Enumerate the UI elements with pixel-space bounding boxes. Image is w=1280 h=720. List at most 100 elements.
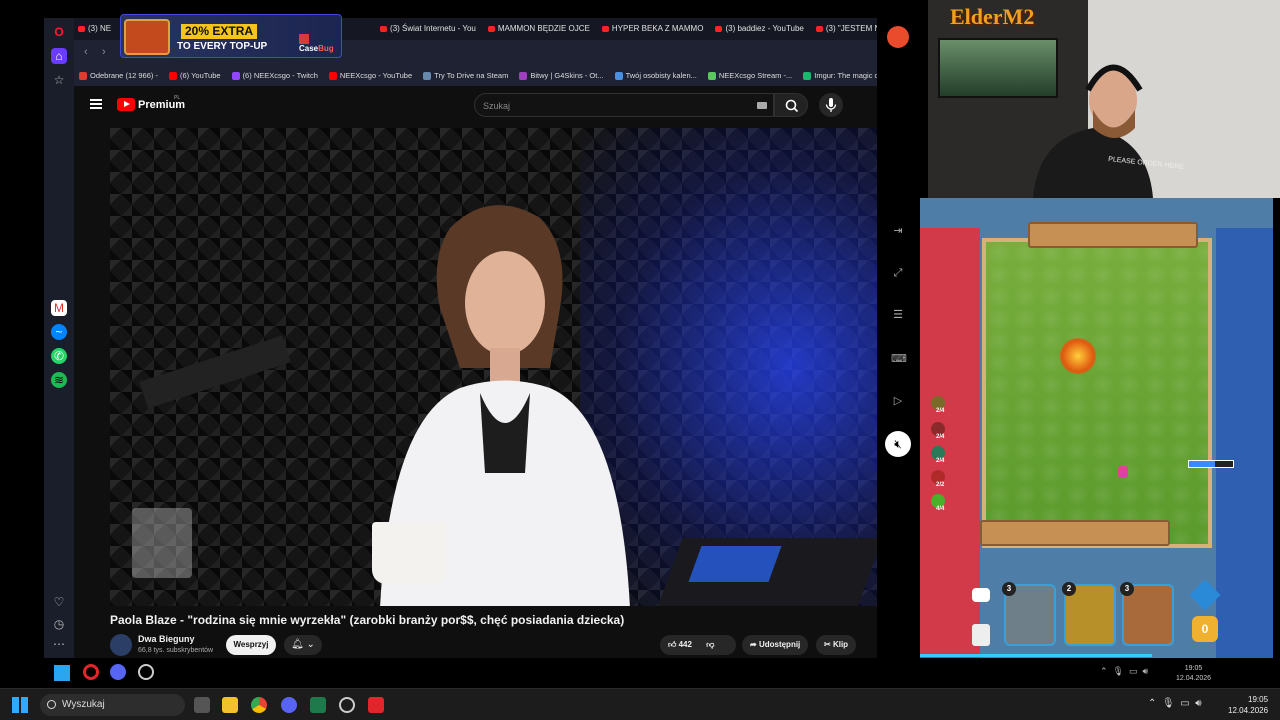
card-level: 3: [1002, 582, 1016, 596]
tab[interactable]: (3) NE: [74, 18, 119, 40]
windows-start-icon: [54, 665, 70, 681]
bookmark[interactable]: (6) YouTube: [164, 66, 227, 86]
tab[interactable]: (3) "JESTEM NAJLE: [812, 18, 877, 40]
discord-icon[interactable]: [281, 697, 297, 713]
search-icon: [47, 700, 56, 709]
taskbar-search-label: Wyszukaj: [62, 699, 105, 710]
gmail-icon[interactable]: M: [51, 300, 67, 316]
clip-button[interactable]: ✂ Klip: [816, 635, 857, 655]
tray-icons[interactable]: ⌃ 🎙︎ ▭ 🔊︎: [1148, 698, 1202, 709]
notification-bell-button[interactable]: 🔔︎ ⌄: [284, 635, 322, 655]
bookmark[interactable]: Twój osobisty kalen...: [610, 66, 703, 86]
expand-icon[interactable]: ⤢: [891, 266, 905, 280]
history-icon[interactable]: ◷: [51, 616, 67, 632]
taskbar-time: 19:05: [1248, 695, 1269, 704]
home-icon[interactable]: ⌂: [51, 48, 67, 64]
youtube-logo-icon[interactable]: [117, 98, 135, 111]
search-icon: [785, 99, 799, 113]
progress-strip: [920, 654, 1152, 657]
troop-count: 4/4: [936, 506, 945, 512]
webcam-overlay: PLEASE ORDER HERE ElderM2: [928, 0, 1280, 198]
game-view[interactable]: 2/4 2/4 2/4 2/2 4/4 3 2 3 0: [920, 198, 1273, 658]
opera-icon[interactable]: [368, 697, 384, 713]
bookmark[interactable]: Odebrane (12 966) -: [74, 66, 164, 86]
tab[interactable]: (3) baddiez - YouTube: [711, 18, 811, 40]
bookmark[interactable]: Bitwy | G4Skins - Ot...: [514, 66, 609, 86]
card-level: 2: [1062, 582, 1076, 596]
bookmark[interactable]: Imgur: The magic of...: [798, 66, 877, 86]
hamburger-menu-icon[interactable]: [90, 99, 102, 109]
channel-name[interactable]: Dwa Bieguny: [138, 634, 195, 644]
glass: [132, 508, 192, 578]
exit-icon[interactable]: ⇥: [891, 224, 905, 238]
captured-date: 12.04.2026: [1176, 675, 1212, 682]
voice-search-button[interactable]: [819, 93, 843, 117]
tab[interactable]: MAMMON BĘDZIE OJCE: [484, 18, 598, 40]
app-icon[interactable]: [339, 697, 355, 713]
bookmarks-icon[interactable]: ☆: [51, 72, 67, 88]
search-box[interactable]: [474, 93, 774, 117]
arena-field: [982, 238, 1212, 548]
taskbar-search[interactable]: Wyszukaj: [40, 694, 185, 716]
troop-card[interactable]: 2: [1062, 582, 1116, 646]
bell-icon: 🔔︎: [291, 639, 304, 650]
tab[interactable]: HYPER BEKA Z MAMMO: [598, 18, 712, 40]
captured-clock: 19:05 12.04.2026: [1176, 664, 1211, 684]
browser-sidebar: O ⌂ ☆ M ~ ✆ ≋ ♡ ◷ ⋯: [44, 18, 74, 658]
clip-label: Klip: [832, 640, 849, 649]
chevron-down-icon: ⌄: [306, 639, 315, 650]
troop-count: 2/4: [936, 458, 945, 464]
bookmark[interactable]: (6) NEEXcsgo - Twitch: [227, 66, 324, 86]
messenger-icon[interactable]: ~: [51, 324, 67, 340]
streamer-logo: ElderM2: [950, 4, 1035, 29]
promo-brand: CaseBug: [299, 34, 341, 53]
bookmark[interactable]: NEEXcsgo - YouTube: [324, 66, 418, 86]
troop-card[interactable]: 3: [1002, 582, 1056, 646]
keyboard-icon[interactable]: [757, 102, 767, 109]
taskbar-date: 12.04.2026: [1228, 706, 1269, 715]
tab[interactable]: (3) Świat Internetu - You: [376, 18, 484, 40]
extension-badge-icon[interactable]: [887, 26, 909, 48]
file-explorer-icon[interactable]: [222, 697, 238, 713]
promo-banner[interactable]: 20% EXTRA TO EVERY TOP-UP CaseBug: [120, 14, 342, 58]
dislike-icon[interactable]: 👎︎: [706, 640, 714, 649]
search-input[interactable]: [483, 98, 743, 114]
desktop: O ⌂ ☆ M ~ ✆ ≋ ♡ ◷ ⋯ (3) NEbe(3) Świat In…: [0, 0, 1280, 720]
back-icon[interactable]: ‹: [84, 46, 88, 58]
troop-card[interactable]: 3: [1120, 582, 1174, 646]
app-icon[interactable]: [310, 697, 326, 713]
opera-logo-icon[interactable]: O: [51, 24, 67, 40]
spotify-icon[interactable]: ≋: [51, 372, 67, 388]
clipboard-icon[interactable]: [972, 624, 990, 646]
right-castle-wall: [1216, 228, 1273, 658]
like-icon[interactable]: 👍︎: [668, 640, 676, 649]
heart-icon[interactable]: ♡: [51, 594, 67, 610]
explosion-effect: [1060, 338, 1096, 374]
card-level: 3: [1120, 582, 1134, 596]
chat-icon[interactable]: [972, 588, 990, 602]
bookmark[interactable]: Try To Drive na Steam: [418, 66, 514, 86]
keyboard-icon[interactable]: ⌨: [891, 352, 907, 366]
opera-icon: [83, 664, 99, 680]
support-button[interactable]: Wesprzyj: [226, 635, 276, 655]
taskbar-clock[interactable]: 19:05 12.04.2026: [1228, 694, 1268, 716]
video-player[interactable]: [110, 128, 877, 606]
share-button[interactable]: ➦ Udostępnij: [742, 635, 809, 655]
windows-start-icon[interactable]: [12, 697, 28, 713]
share-icon: ➦: [750, 640, 757, 649]
like-count[interactable]: 442: [679, 640, 692, 649]
tag-icon[interactable]: ▷: [891, 394, 905, 408]
whatsapp-icon[interactable]: ✆: [51, 348, 67, 364]
app-icon: [138, 664, 154, 680]
forward-icon[interactable]: ›: [102, 46, 106, 58]
more-icon[interactable]: ⋯: [51, 636, 67, 652]
chrome-icon[interactable]: [251, 697, 267, 713]
share-label: Udostępnij: [758, 640, 801, 649]
enemy-fence: [1028, 222, 1198, 248]
settings-sliders-icon[interactable]: ☰: [891, 308, 905, 322]
task-view-icon[interactable]: [194, 697, 210, 713]
mute-icon[interactable]: 🔇︎: [885, 431, 911, 457]
search-button[interactable]: [774, 93, 808, 117]
bookmark[interactable]: NEEXcsgo Stream -...: [703, 66, 798, 86]
channel-avatar[interactable]: [110, 634, 132, 656]
